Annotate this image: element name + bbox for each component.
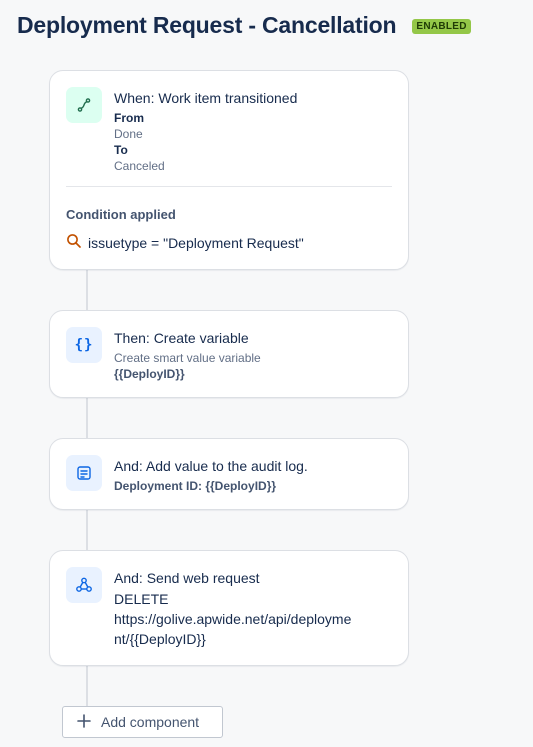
condition-row[interactable]: issuetype = "Deployment Request" [66, 233, 304, 252]
add-component-label: Add component [101, 714, 200, 730]
variable-name: {{DeployID}} [114, 367, 185, 381]
request-url-line2: nt/{{DeployID}} [114, 631, 206, 647]
status-badge: ENABLED [412, 19, 471, 34]
connector-line [86, 666, 88, 706]
page-title: Deployment Request - Cancellation [17, 12, 397, 38]
step-subtitle: Create smart value variable [114, 351, 261, 365]
request-url-line1: https://golive.apwide.net/api/deployme [114, 611, 352, 627]
condition-text: issuetype = "Deployment Request" [88, 234, 304, 251]
connector-line [86, 398, 88, 438]
from-label: From [114, 111, 144, 125]
plus-icon [77, 713, 91, 731]
connector-line [86, 270, 88, 310]
trigger-title: When: Work item transitioned [114, 90, 298, 106]
to-value: Canceled [114, 159, 165, 173]
log-icon [66, 455, 102, 491]
to-label: To [114, 143, 128, 157]
condition-title: Condition applied [66, 207, 176, 222]
audit-message: Deployment ID: {{DeployID}} [114, 479, 277, 493]
trigger-card[interactable]: When: Work item transitioned From Done T… [49, 70, 409, 270]
divider [66, 186, 392, 187]
webhook-icon [66, 567, 102, 603]
step-title: And: Send web request [114, 570, 260, 586]
audit-log-card[interactable]: And: Add value to the audit log. Deploym… [49, 438, 409, 510]
from-value: Done [114, 127, 143, 141]
transition-icon [66, 87, 102, 123]
connector-line [86, 510, 88, 550]
step-title: Then: Create variable [114, 330, 249, 346]
add-component-button[interactable]: Add component [62, 706, 223, 738]
step-title: And: Add value to the audit log. [114, 458, 308, 474]
create-variable-card[interactable]: {} Then: Create variable Create smart va… [49, 310, 409, 398]
web-request-card[interactable]: And: Send web request DELETE https://gol… [49, 550, 409, 666]
page-header: Deployment Request - Cancellation ENABLE… [17, 12, 471, 39]
search-icon [66, 233, 82, 252]
request-method: DELETE [114, 591, 169, 607]
braces-icon: {} [66, 327, 102, 363]
